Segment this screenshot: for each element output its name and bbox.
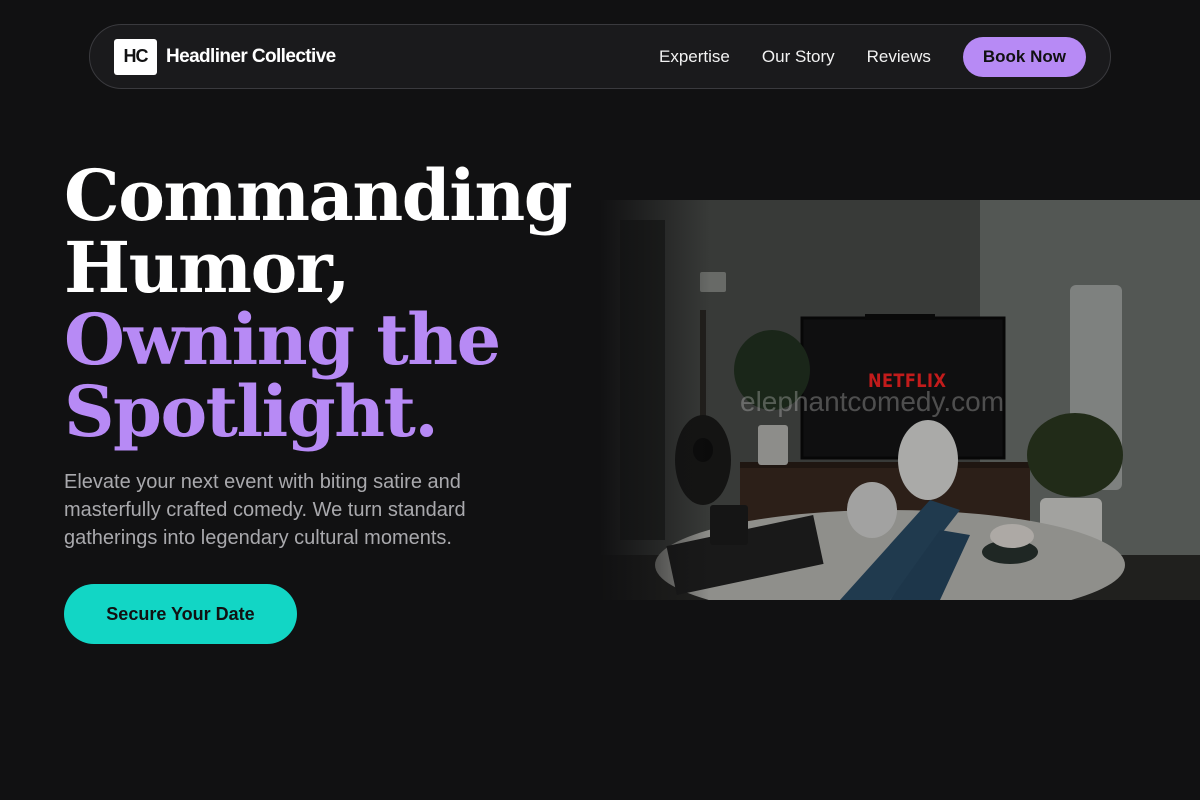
image-fade (600, 200, 710, 600)
hero-subtitle: Elevate your next event with biting sati… (64, 471, 466, 549)
brand-name[interactable]: Headliner Collective (166, 46, 336, 68)
headline-line-1: Commanding (64, 154, 573, 237)
book-now-button[interactable]: Book Now (962, 36, 1086, 77)
headline-line-4: Spotlight. (64, 370, 439, 453)
nav-links: Expertise Our Story Reviews Book Now (659, 36, 1086, 77)
hero-image: NETFLIX elephantcomedy.com (600, 200, 1200, 600)
nav-link-expertise[interactable]: Expertise (659, 47, 730, 67)
headline-line-2: Humor, (64, 226, 350, 309)
nav-link-reviews[interactable]: Reviews (867, 47, 931, 67)
top-nav: HC Headliner Collective Expertise Our St… (89, 24, 1111, 89)
nav-link-our-story[interactable]: Our Story (762, 47, 835, 67)
watermark: elephantcomedy.com (740, 386, 1005, 417)
headline-line-3: Owning the (64, 298, 501, 381)
secure-date-button[interactable]: Secure Your Date (64, 584, 297, 644)
logo-mark[interactable]: HC (114, 38, 157, 75)
hero-headline: Commanding Humor, Owning the Spotlight. (64, 154, 573, 453)
